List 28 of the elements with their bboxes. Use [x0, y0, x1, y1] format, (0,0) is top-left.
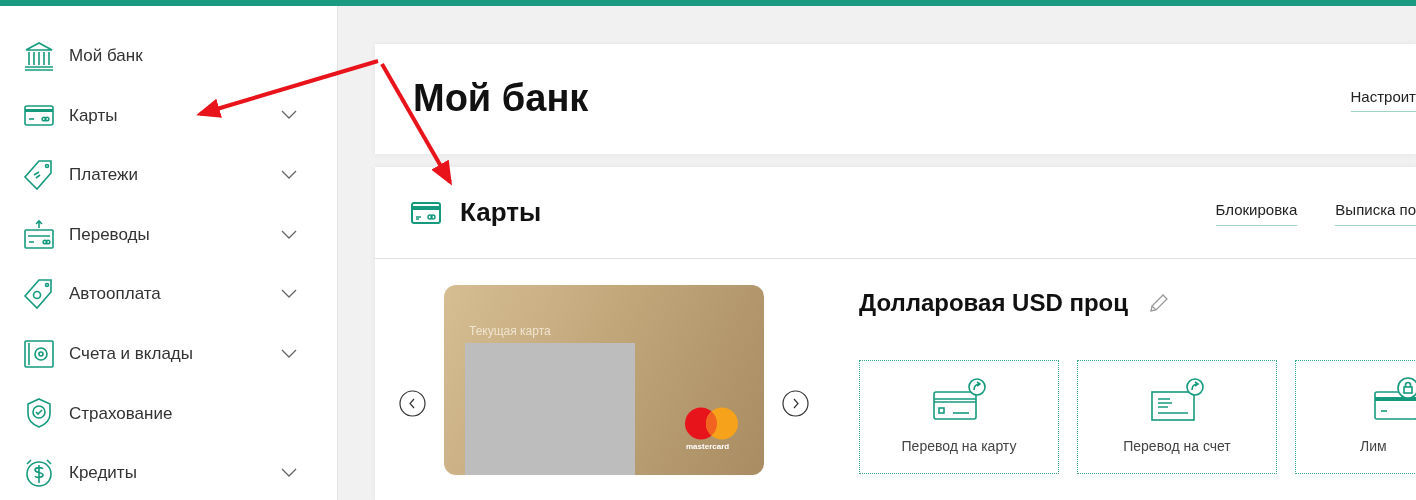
- document-transfer-icon: [1149, 376, 1205, 422]
- settings-link[interactable]: Настроит: [1350, 85, 1416, 113]
- card-brand: mastercard: [686, 441, 730, 453]
- action-tile[interactable]: Перевод на счет: [1077, 360, 1277, 474]
- sidebar-item[interactable]: Автооплата: [0, 264, 337, 324]
- sidebar-item[interactable]: Мой банк: [0, 26, 337, 86]
- sidebar-item[interactable]: Страхование: [0, 383, 337, 444]
- card-lock-icon: [1372, 376, 1416, 422]
- action-link[interactable]: Блокировка: [1215, 199, 1298, 226]
- previous-button[interactable]: [399, 390, 426, 417]
- edit-icon[interactable]: [1148, 292, 1170, 314]
- action-link[interactable]: Выписка по: [1335, 199, 1416, 226]
- sidebar-item[interactable]: Переводы: [0, 204, 337, 265]
- section-title: Карты: [460, 196, 542, 229]
- card-upload-icon: [22, 217, 56, 252]
- next-button[interactable]: [782, 390, 809, 417]
- card-caption: Текущая карта: [469, 323, 551, 340]
- card-logo-icon: [684, 406, 739, 441]
- sidebar-item[interactable]: Платежи: [0, 145, 337, 205]
- card-icon: [411, 201, 441, 224]
- card-transfer-icon: [931, 376, 987, 422]
- sidebar-item[interactable]: Кредиты: [0, 443, 337, 500]
- sidebar-item[interactable]: Карты: [0, 85, 337, 146]
- action-tile[interactable]: Перевод на карту: [859, 360, 1059, 474]
- page-title: Мой банк: [413, 76, 589, 122]
- account-title: Долларовая USD проц: [859, 288, 1128, 318]
- sidebar-item[interactable]: Счета и вклады: [0, 323, 337, 384]
- action-tile[interactable]: Лим: [1295, 360, 1416, 474]
